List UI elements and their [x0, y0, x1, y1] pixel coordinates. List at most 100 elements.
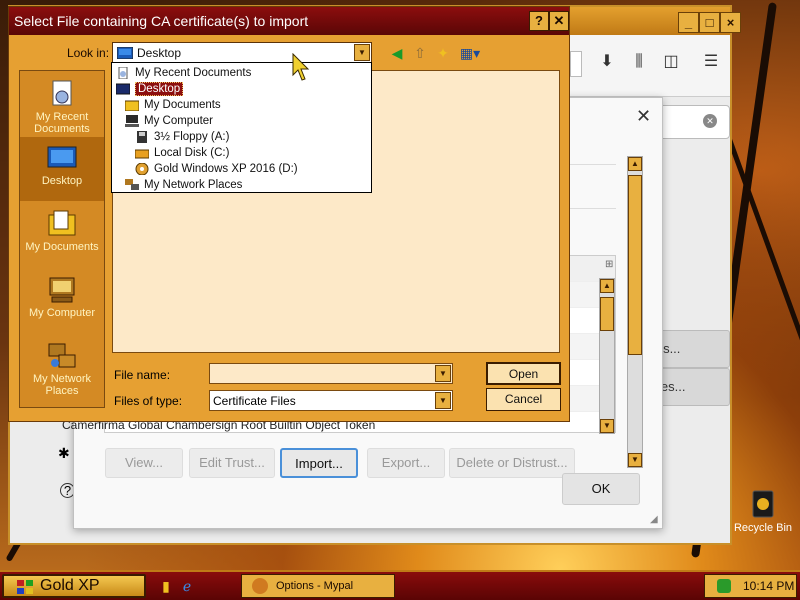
- dialog-title: Select File containing CA certificate(s)…: [9, 7, 569, 35]
- dropdown-item-label: My Documents: [144, 99, 221, 111]
- browser-quicklaunch-icon[interactable]: ℯ: [178, 577, 196, 595]
- place-my-computer[interactable]: My Computer: [20, 269, 104, 333]
- export-button[interactable]: Export...: [367, 448, 445, 478]
- maximize-button[interactable]: □: [699, 12, 720, 33]
- place-network-places[interactable]: My Network Places: [20, 335, 104, 407]
- show-desktop-icon[interactable]: ▮: [157, 577, 175, 595]
- place-label: My Recent Documents: [34, 111, 90, 135]
- scroll-up-arrow[interactable]: ▲: [600, 279, 614, 293]
- divider: [564, 208, 616, 209]
- start-button[interactable]: Gold XP: [2, 574, 146, 598]
- dropdown-item-label: My Network Places: [144, 179, 243, 191]
- close-icon[interactable]: ✕: [636, 106, 651, 127]
- place-label: Desktop: [41, 175, 83, 187]
- floppy-icon: [137, 130, 147, 143]
- recycle-bin-label: Recycle Bin: [733, 522, 793, 534]
- cd-drive-icon: [135, 162, 149, 175]
- edit-trust-button[interactable]: Edit Trust...: [189, 448, 275, 478]
- dropdown-item-label: Gold Windows XP 2016 (D:): [154, 163, 298, 175]
- open-button[interactable]: Open: [486, 362, 561, 385]
- extensions-icon[interactable]: ✱: [58, 445, 70, 462]
- place-recent-documents[interactable]: My Recent Documents: [20, 73, 104, 137]
- up-folder-icon[interactable]: ⇧: [411, 44, 429, 62]
- places-bar: My Recent Documents Desktop My Documents…: [19, 70, 105, 408]
- view-menu-icon[interactable]: ▦▾: [457, 44, 483, 62]
- my-documents-icon: [125, 100, 139, 111]
- resize-grip-icon[interactable]: ◢: [650, 514, 658, 525]
- dropdown-item-desktop[interactable]: Desktop: [116, 81, 184, 97]
- dropdown-item-my-computer[interactable]: My Computer: [125, 113, 213, 129]
- place-label: My Documents: [25, 241, 99, 253]
- sidebar-icon[interactable]: ◫: [660, 51, 682, 73]
- dropdown-item-label: My Recent Documents: [135, 67, 252, 79]
- clock[interactable]: 10:14 PM: [743, 579, 794, 593]
- taskbar: Gold XP ▮ ℯ Options - Mypal 10:14 PM: [0, 570, 800, 600]
- import-button[interactable]: Import...: [280, 448, 358, 478]
- delete-or-distrust-button[interactable]: Delete or Distrust...: [449, 448, 575, 478]
- recycle-bin-desktop-icon[interactable]: Recycle Bin: [730, 487, 796, 534]
- windows-logo-icon: [17, 580, 33, 594]
- recent-docs-icon: [118, 66, 128, 79]
- mypal-icon: [252, 578, 268, 594]
- start-label: Gold XP: [40, 577, 100, 594]
- dropdown-item-floppy[interactable]: 3½ Floppy (A:): [135, 129, 229, 145]
- my-documents-icon: [48, 210, 76, 236]
- chevron-down-icon[interactable]: ▼: [435, 392, 451, 409]
- scroll-thumb[interactable]: [628, 175, 642, 355]
- clear-search-icon[interactable]: ✕: [703, 114, 717, 128]
- file-type-label: Files of type:: [114, 394, 183, 408]
- dropdown-item-cd-drive[interactable]: Gold Windows XP 2016 (D:): [135, 161, 298, 177]
- tray-app-icon[interactable]: [717, 579, 731, 593]
- network-places-icon: [125, 178, 139, 190]
- url-bar-end[interactable]: [570, 51, 582, 77]
- dropdown-item-label: 3½ Floppy (A:): [154, 131, 230, 143]
- mouse-cursor-icon: [292, 53, 310, 81]
- desktop-icon: [47, 146, 77, 168]
- my-computer-icon: [49, 277, 75, 303]
- place-desktop[interactable]: Desktop: [20, 137, 104, 201]
- chevron-down-icon[interactable]: ▼: [354, 44, 370, 61]
- taskbar-item-mypal[interactable]: Options - Mypal: [241, 574, 395, 598]
- chevron-down-icon[interactable]: ▼: [435, 365, 451, 382]
- table-scrollbar[interactable]: ▲ ▼: [599, 278, 615, 434]
- browser-close-button[interactable]: ×: [720, 12, 741, 33]
- dropdown-item-label: Desktop: [135, 82, 184, 96]
- look-in-dropdown-list[interactable]: My Recent Documents Desktop My Documents…: [111, 62, 372, 193]
- scroll-down-arrow[interactable]: ▼: [600, 419, 614, 433]
- dropdown-item-my-documents[interactable]: My Documents: [125, 97, 221, 113]
- dialog-close-button[interactable]: ✕: [549, 11, 569, 31]
- minimize-button[interactable]: _: [678, 12, 699, 33]
- new-folder-icon[interactable]: ✦: [434, 44, 452, 62]
- taskbar-item-label: Options - Mypal: [276, 580, 354, 592]
- cancel-button[interactable]: Cancel: [486, 388, 561, 411]
- desktop-icon: [117, 47, 133, 59]
- file-type-value: Certificate Files: [213, 394, 296, 408]
- file-type-select[interactable]: Certificate Files ▼: [209, 390, 453, 411]
- system-tray: 10:14 PM: [704, 574, 797, 598]
- view-button[interactable]: View...: [105, 448, 183, 478]
- look-in-combobox[interactable]: Desktop ▼: [112, 42, 372, 63]
- library-icon[interactable]: ⫼: [628, 51, 650, 73]
- place-my-documents[interactable]: My Documents: [20, 203, 104, 267]
- dropdown-item-label: Local Disk (C:): [154, 147, 230, 159]
- dialog-scrollbar[interactable]: ▲ ▼: [627, 156, 643, 468]
- dropdown-item-local-disk[interactable]: Local Disk (C:): [135, 145, 229, 161]
- column-picker-icon[interactable]: ⊞: [605, 259, 613, 270]
- dropdown-item-recent-documents[interactable]: My Recent Documents: [116, 65, 251, 81]
- help-button[interactable]: ?: [529, 11, 549, 31]
- recent-docs-icon: [52, 80, 72, 106]
- back-icon[interactable]: ◀: [388, 44, 406, 62]
- ok-button[interactable]: OK: [562, 473, 640, 505]
- desktop-icon: [116, 83, 130, 95]
- scroll-down-arrow[interactable]: ▼: [628, 453, 642, 467]
- download-icon[interactable]: ⬇: [596, 51, 618, 73]
- file-name-label: File name:: [114, 368, 171, 382]
- dropdown-item-network-places[interactable]: My Network Places: [125, 177, 242, 193]
- scroll-up-arrow[interactable]: ▲: [628, 157, 642, 171]
- my-computer-icon: [125, 114, 139, 127]
- local-disk-icon: [135, 149, 149, 159]
- menu-icon[interactable]: ☰: [700, 51, 722, 73]
- look-in-value: Desktop: [137, 46, 182, 60]
- scroll-thumb[interactable]: [600, 297, 614, 331]
- file-name-input[interactable]: ▼: [209, 363, 453, 384]
